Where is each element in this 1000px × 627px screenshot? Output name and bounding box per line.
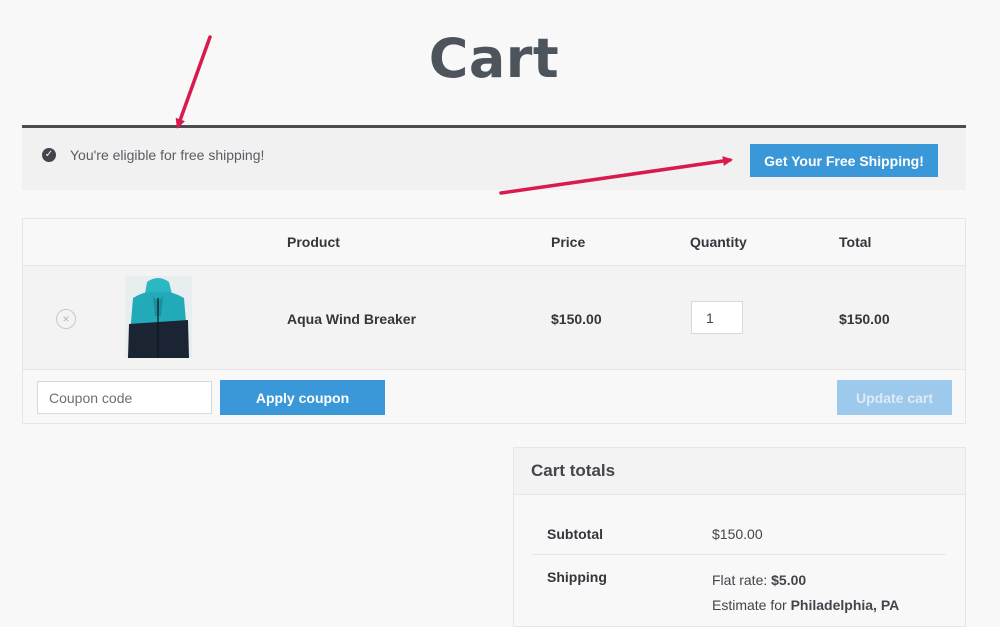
coupon-code-input[interactable] <box>37 381 212 414</box>
notice-text: You're eligible for free shipping! <box>70 147 265 163</box>
shipping-label: Shipping <box>547 569 607 585</box>
free-shipping-notice: ✓ You're eligible for free shipping! Get… <box>22 125 966 190</box>
page-title: Cart <box>428 27 560 90</box>
flat-rate-value: $5.00 <box>771 572 807 588</box>
cart-table-header: Product Price Quantity Total <box>23 219 965 266</box>
jacket-thumbnail <box>125 276 192 358</box>
flat-rate-prefix: Flat rate: <box>712 572 772 588</box>
apply-coupon-button[interactable]: Apply coupon <box>220 380 385 415</box>
estimate-prefix: Estimate for <box>712 597 791 613</box>
cart-totals: Cart totals Subtotal $150.00 Shipping Fl… <box>513 447 966 627</box>
table-row: × Aqua Wind Breaker $150.00 $150.00 <box>23 266 965 370</box>
totals-divider <box>532 554 946 555</box>
column-header-quantity: Quantity <box>690 234 747 250</box>
product-price: $150.00 <box>551 311 602 327</box>
update-cart-button[interactable]: Update cart <box>837 380 952 415</box>
flat-rate-line: Flat rate: $5.00 <box>712 572 806 588</box>
product-thumbnail[interactable] <box>125 276 192 358</box>
estimate-location: Philadelphia, PA <box>790 597 900 613</box>
cart-totals-title: Cart totals <box>531 461 616 480</box>
cart-totals-header: Cart totals <box>514 448 965 495</box>
subtotal-value: $150.00 <box>712 526 763 542</box>
column-header-price: Price <box>551 234 586 250</box>
column-header-total: Total <box>839 234 872 250</box>
cart-actions: Apply coupon Update cart <box>23 370 965 423</box>
check-circle-icon: ✓ <box>42 148 56 162</box>
quantity-input[interactable] <box>691 301 743 334</box>
estimate-line: Estimate for Philadelphia, PA <box>712 597 899 613</box>
cart-table: Product Price Quantity Total × Aqua Wind… <box>22 218 966 424</box>
remove-item-close-icon[interactable]: × <box>56 309 76 329</box>
get-free-shipping-button[interactable]: Get Your Free Shipping! <box>750 144 938 177</box>
subtotal-label: Subtotal <box>547 526 603 542</box>
product-total: $150.00 <box>839 311 890 327</box>
column-header-product: Product <box>287 234 340 250</box>
product-name-link[interactable]: Aqua Wind Breaker <box>287 311 416 327</box>
